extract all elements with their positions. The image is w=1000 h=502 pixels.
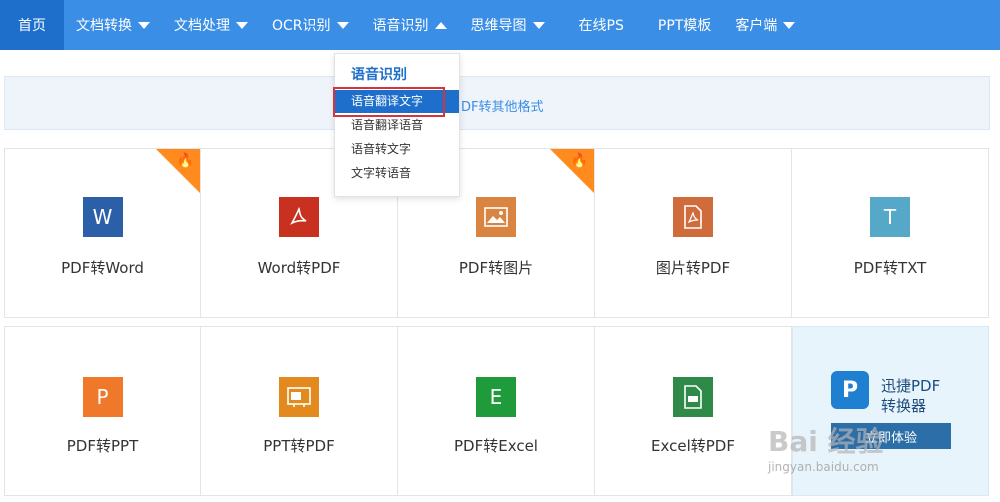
- logo-letter: P: [841, 377, 859, 403]
- nav-item-mind-map[interactable]: 思维导图: [459, 0, 557, 50]
- tile-label: 图片转PDF: [655, 259, 731, 277]
- chevron-up-icon: [434, 21, 447, 29]
- chevron-down-icon: [138, 21, 150, 29]
- flame-icon: 🔥: [176, 153, 194, 169]
- promo-title-line1: 迅捷PDF: [881, 377, 941, 395]
- tile-pdf-to-ppt[interactable]: P PDF转PPT: [4, 326, 201, 496]
- chevron-down-icon: [532, 21, 545, 29]
- icon-letter: P: [96, 385, 109, 409]
- icon-letter: E: [489, 385, 503, 409]
- tile-pdf-to-excel[interactable]: E PDF转Excel: [397, 326, 595, 496]
- nav-item-label: 客户端: [735, 18, 778, 34]
- tile-label: Word转PDF: [257, 259, 341, 277]
- tile-image-to-pdf[interactable]: 图片转PDF: [594, 148, 792, 318]
- banner-link[interactable]: DF转其他格式: [461, 96, 544, 115]
- speech-recognition-dropdown: 语音识别 语音翻译文字 语音翻译语音 语音转文字 文字转语音: [334, 53, 460, 197]
- nav-item-online-ps[interactable]: 在线PS: [557, 0, 646, 50]
- nav-item-label: 首页: [18, 18, 46, 34]
- nav-item-label: 文档处理: [174, 18, 230, 34]
- word-icon: W: [82, 197, 123, 237]
- dropdown-item-speech-to-text-translate[interactable]: 语音翻译文字: [335, 90, 459, 113]
- image-icon: [476, 197, 516, 237]
- ppt-icon: P: [82, 377, 123, 417]
- tile-ppt-to-pdf[interactable]: PPT转PDF: [200, 326, 398, 496]
- nav-item-ocr[interactable]: OCR识别: [260, 0, 361, 50]
- pdf-doc-icon: [673, 197, 713, 237]
- tile-pdf-to-word[interactable]: 🔥 W PDF转Word: [4, 148, 201, 318]
- nav-item-label: OCR识别: [272, 18, 331, 34]
- flame-icon: 🔥: [570, 153, 588, 169]
- converter-logo-icon: P: [831, 371, 869, 409]
- tile-label: PDF转Excel: [454, 437, 538, 455]
- nav-item-label: 文档转换: [76, 18, 132, 34]
- excel-icon: E: [476, 377, 516, 417]
- nav-item-home[interactable]: 首页: [0, 0, 64, 50]
- chevron-down-icon: [783, 21, 796, 29]
- dropdown-item-speech-to-speech-translate[interactable]: 语音翻译语音: [335, 114, 459, 137]
- tile-label: PPT转PDF: [263, 437, 335, 455]
- dropdown-title: 语音识别: [351, 67, 407, 83]
- nav-item-label: 在线PS: [578, 18, 624, 34]
- dropdown-item-speech-to-text[interactable]: 语音转文字: [335, 138, 459, 161]
- tile-label: PDF转图片: [458, 259, 534, 277]
- icon-letter: W: [92, 205, 113, 229]
- baidu-watermark: Bai 经验: [768, 425, 884, 458]
- baidu-watermark-url: jingyan.baidu.com: [768, 460, 879, 474]
- chevron-down-icon: [236, 21, 248, 29]
- dropdown-item-text-to-speech[interactable]: 文字转语音: [335, 162, 459, 185]
- pdf-acrobat-icon: [279, 197, 319, 237]
- ppt-pdf-icon: [279, 377, 319, 417]
- tile-label: PDF转Word: [61, 259, 144, 277]
- tile-label: PDF转TXT: [853, 259, 927, 277]
- nav-item-document-convert[interactable]: 文档转换: [64, 0, 162, 50]
- nav-item-ppt-templates[interactable]: PPT模板: [646, 0, 723, 50]
- tile-label: PDF转PPT: [66, 437, 139, 455]
- nav-item-document-process[interactable]: 文档处理: [162, 0, 260, 50]
- info-banner: DF转其他格式: [4, 76, 990, 130]
- icon-letter: T: [883, 205, 897, 229]
- tile-pdf-to-txt[interactable]: T PDF转TXT: [791, 148, 989, 318]
- top-navigation-bar: 首页 文档转换 文档处理 OCR识别 语音识别 思维导图 在线PS PPT模板 …: [0, 0, 1000, 50]
- nav-item-speech-recognition[interactable]: 语音识别: [361, 0, 459, 50]
- txt-icon: T: [870, 197, 910, 237]
- promo-title-line2: 转换器: [881, 397, 927, 415]
- tile-excel-to-pdf[interactable]: Excel转PDF: [594, 326, 792, 496]
- nav-item-client[interactable]: 客户端: [723, 0, 807, 50]
- tile-label: Excel转PDF: [651, 437, 735, 455]
- nav-item-label: 语音识别: [372, 18, 429, 34]
- excel-pdf-icon: [673, 377, 713, 417]
- nav-item-label: PPT模板: [657, 18, 712, 34]
- nav-item-label: 思维导图: [470, 18, 527, 34]
- chevron-down-icon: [336, 21, 349, 29]
